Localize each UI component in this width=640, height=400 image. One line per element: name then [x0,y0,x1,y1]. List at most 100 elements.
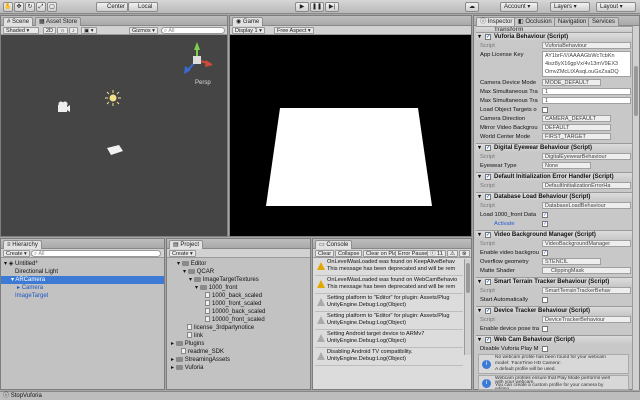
hierarchy-item-selected[interactable]: ▾ ARCamera [1,276,164,284]
console-message[interactable]: Disabling Android TV compatibility. Unity… [315,349,463,366]
console-message[interactable]: Setting Android target device to ARMv7 Un… [315,331,463,348]
console-message[interactable]: OnLevelWasLoaded was found on WebCamBeha… [315,277,463,294]
device-tracker-header[interactable]: ▾ ✓ Device Tracker Behaviour (Script) [476,306,637,315]
project-item[interactable]: 1000_back_scaled [167,292,310,300]
directional-light-icon[interactable] [105,90,121,106]
layout-dropdown[interactable]: Layout ▾ [596,2,636,12]
project-create-dropdown[interactable]: Create ▾ [169,250,196,257]
tab-game[interactable]: ◉ Game [232,17,264,26]
tab-asset-store[interactable]: ▦ Asset Store [35,17,82,26]
console-message[interactable]: Setting platform to "Editor" for plugin:… [315,295,463,312]
rect-tool-button[interactable]: ▢ [47,2,57,12]
mirror-video-dropdown[interactable]: DEFAULT [542,124,611,131]
project-item[interactable]: ▾ ImageTargetTextures [167,276,310,284]
project-item[interactable]: ▾ QCAR [167,268,310,276]
component-enabled-checkbox[interactable]: ✓ [485,194,491,200]
project-item[interactable]: ▸ Plugins [167,340,310,348]
hierarchy-scene-root[interactable]: ▾ ◈ Untitled* [1,260,164,268]
activate-database-checkbox[interactable]: ✓ [542,221,548,227]
component-enabled-checkbox[interactable]: ✓ [485,232,491,238]
layers-dropdown[interactable]: Layers ▾ [550,2,590,12]
project-item[interactable]: ▾ Editor [167,260,310,268]
database-load-header[interactable]: ▾ ✓ Database Load Behaviour (Script) [476,192,637,201]
console-message[interactable]: OnLevelWasLoaded was found on KeepAliveB… [315,259,463,276]
enable-video-background-checkbox[interactable]: ✓ [542,250,548,256]
console-error-filter[interactable]: ⊗ [459,250,470,257]
console-info-filter[interactable]: ⓘ 11 [427,250,446,257]
tab-occlusion[interactable]: ◧ Occlusion [514,17,556,26]
license-key-textarea[interactable]: AY1brF////AAAAGbWcTcbKn 4isz8yX16gpVx/4v… [542,51,631,77]
tab-scene[interactable]: # Scene [3,17,34,26]
max-tracked-objects-input[interactable]: 1 [542,97,631,104]
eyewear-behaviour-header[interactable]: ▾ ✓ Digital Eyewear Behaviour (Script) [476,143,637,152]
project-item[interactable]: readme_SDK [167,348,310,356]
tab-inspector[interactable]: ⓘ Inspector [476,17,517,26]
gizmos-dropdown[interactable]: Gizmos ▾ [129,27,158,34]
component-enabled-checkbox[interactable]: ✓ [485,145,491,151]
pause-button[interactable]: ❚❚ [310,2,324,12]
tab-project[interactable]: ▤ Project [169,240,204,249]
scene-search-input[interactable]: ⌕ All [161,27,225,34]
camera-device-mode-dropdown[interactable]: MODE_DEFAULT [542,79,601,86]
script-field[interactable]: VideoBackgroundManager [542,240,631,247]
console-collapse-toggle[interactable]: Collapse [335,250,363,257]
move-tool-button[interactable]: ✥ [14,2,24,12]
start-automatically-checkbox[interactable] [542,297,548,303]
webcam-behaviour-header[interactable]: ▾ ✓ Web Cam Behaviour (Script) [476,335,637,344]
project-item[interactable]: link [167,332,310,340]
console-scrollbar[interactable] [464,259,471,355]
vuforia-behaviour-header[interactable]: ▾ ✓ Vuforia Behaviour (Script) [476,32,637,41]
hierarchy-create-dropdown[interactable]: Create ▾ [3,250,30,257]
project-item[interactable]: 10000_front_scaled [167,316,310,324]
tab-hierarchy[interactable]: ≡ Hierarchy [3,240,42,249]
2d-toggle[interactable]: 2D [43,27,57,34]
overflow-geometry-dropdown[interactable]: STENCIL [542,258,601,265]
component-enabled-checkbox[interactable]: ✓ [485,174,491,180]
enable-device-pose-checkbox[interactable] [542,326,548,332]
play-button[interactable]: ▶ [295,2,309,12]
project-item[interactable]: ▸ Vuforia [167,364,310,372]
project-item[interactable]: 1000_front_scaled [167,300,310,308]
camera-gizmo-icon[interactable] [57,101,71,113]
smart-terrain-header[interactable]: ▾ ✓ Smart Terrain Tracker Behaviour (Scrip… [476,277,637,286]
inspector-scrollbar[interactable] [632,26,639,390]
console-scroll-thumb[interactable] [466,263,470,293]
script-field[interactable]: VuforiaBehaviour [542,42,631,49]
cloud-button[interactable]: ☁ [465,2,479,12]
project-item[interactable]: ▸ StreamingAssets [167,356,310,364]
eyewear-type-dropdown[interactable]: None [542,162,591,169]
inspector-scroll-thumb[interactable] [634,66,638,116]
camera-direction-dropdown[interactable]: CAMERA_DEFAULT [542,115,611,122]
video-background-header[interactable]: ▾ ✓ Video Background Manager (Script) [476,230,637,239]
tab-navigation[interactable]: Navigation [554,17,591,26]
world-center-mode-dropdown[interactable]: FIRST_TARGET [542,133,611,140]
matte-shader-field[interactable]: ClippingMask [542,267,631,274]
console-message[interactable]: Setting platform to "Editor" for plugin:… [315,313,463,330]
script-field[interactable]: DeviceTrackerBehaviour [542,316,631,323]
console-error-pause-toggle[interactable]: Error Pause [395,250,431,257]
script-field[interactable]: SmartTerrainTrackerBehav [542,287,631,294]
tab-console[interactable]: ▭ Console [315,240,353,249]
component-enabled-checkbox[interactable]: ✓ [485,337,491,343]
project-item[interactable]: 10000_back_scaled [167,308,310,316]
scale-tool-button[interactable]: ⤢ [36,2,46,12]
hierarchy-search-input[interactable]: ⌕ All [31,250,161,257]
console-warning-filter[interactable]: ⚠ [447,250,458,257]
load-database-checkbox[interactable]: ✓ [542,212,548,218]
image-target-quad[interactable] [105,144,125,156]
max-tracked-images-input[interactable]: 1 [542,88,631,95]
display-dropdown[interactable]: Display 1 ▾ [232,27,265,34]
hierarchy-item[interactable]: Directional Light [1,268,164,276]
hierarchy-item[interactable]: ImageTarget [1,292,164,300]
pivot-center-button[interactable]: Center [96,2,128,12]
component-enabled-checkbox[interactable]: ✓ [485,279,491,285]
init-error-handler-header[interactable]: ▾ ✓ Default Initialization Error Handler (… [476,172,637,181]
disable-vuforia-play-mode-checkbox[interactable] [542,346,548,352]
project-item[interactable]: license_3rdpartynotice [167,324,310,332]
account-dropdown[interactable]: Account ▾ [500,2,538,12]
rotate-tool-button[interactable]: ↻ [25,2,35,12]
hand-tool-button[interactable]: ✋ [3,2,13,12]
shading-dropdown[interactable]: Shaded ▾ [3,27,39,34]
audio-toggle[interactable]: ♪ [69,27,78,34]
tab-services[interactable]: Services [588,17,620,26]
